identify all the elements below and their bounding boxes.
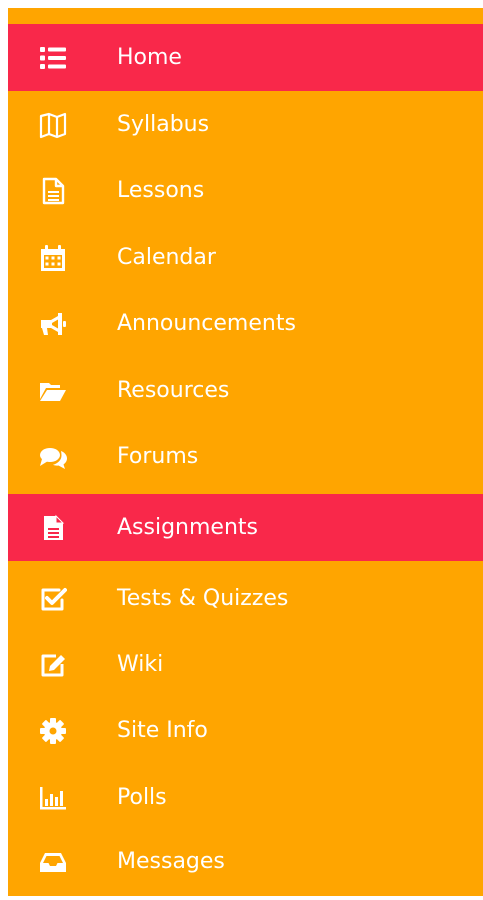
map-icon (38, 110, 68, 140)
nav-label-wiki: Wiki (117, 651, 164, 677)
nav-label-polls: Polls (117, 784, 167, 810)
bar-chart-icon (38, 783, 68, 813)
calendar-icon (38, 243, 68, 273)
nav-label-forums: Forums (117, 443, 199, 469)
nav-item-tests-quizzes[interactable]: Tests & Quizzes (8, 565, 483, 632)
nav-label-tests-quizzes: Tests & Quizzes (117, 585, 289, 611)
site-navigation: Home Syllabus Lessons Calendar Announcem… (8, 8, 483, 896)
nav-item-forums[interactable]: Forums (8, 423, 483, 490)
nav-label-resources: Resources (117, 377, 230, 403)
nav-item-home[interactable]: Home (8, 24, 483, 91)
file-icon (38, 513, 68, 543)
list-icon (38, 43, 68, 73)
nav-item-announcements[interactable]: Announcements (8, 290, 483, 357)
nav-label-home: Home (117, 44, 182, 70)
nav-item-lessons[interactable]: Lessons (8, 157, 483, 224)
nav-label-syllabus: Syllabus (117, 111, 210, 137)
check-square-icon (38, 584, 68, 614)
nav-label-site-info: Site Info (117, 717, 208, 743)
nav-item-resources[interactable]: Resources (8, 357, 483, 424)
folder-open-icon (38, 376, 68, 406)
nav-item-polls[interactable]: Polls (8, 764, 483, 831)
gear-icon (38, 716, 68, 746)
nav-item-messages[interactable]: Messages (8, 828, 483, 895)
nav-item-wiki[interactable]: Wiki (8, 631, 483, 698)
nav-item-assignments[interactable]: Assignments (8, 494, 483, 561)
nav-item-syllabus[interactable]: Syllabus (8, 91, 483, 158)
nav-item-calendar[interactable]: Calendar (8, 224, 483, 291)
nav-label-announcements: Announcements (117, 310, 296, 336)
inbox-icon (38, 847, 68, 877)
nav-label-assignments: Assignments (117, 514, 258, 540)
megaphone-icon (38, 309, 68, 339)
nav-item-site-info[interactable]: Site Info (8, 697, 483, 764)
edit-icon (38, 650, 68, 680)
nav-label-calendar: Calendar (117, 244, 216, 270)
file-text-icon (38, 176, 68, 206)
comments-icon (38, 442, 68, 472)
nav-label-lessons: Lessons (117, 177, 205, 203)
nav-label-messages: Messages (117, 848, 225, 874)
